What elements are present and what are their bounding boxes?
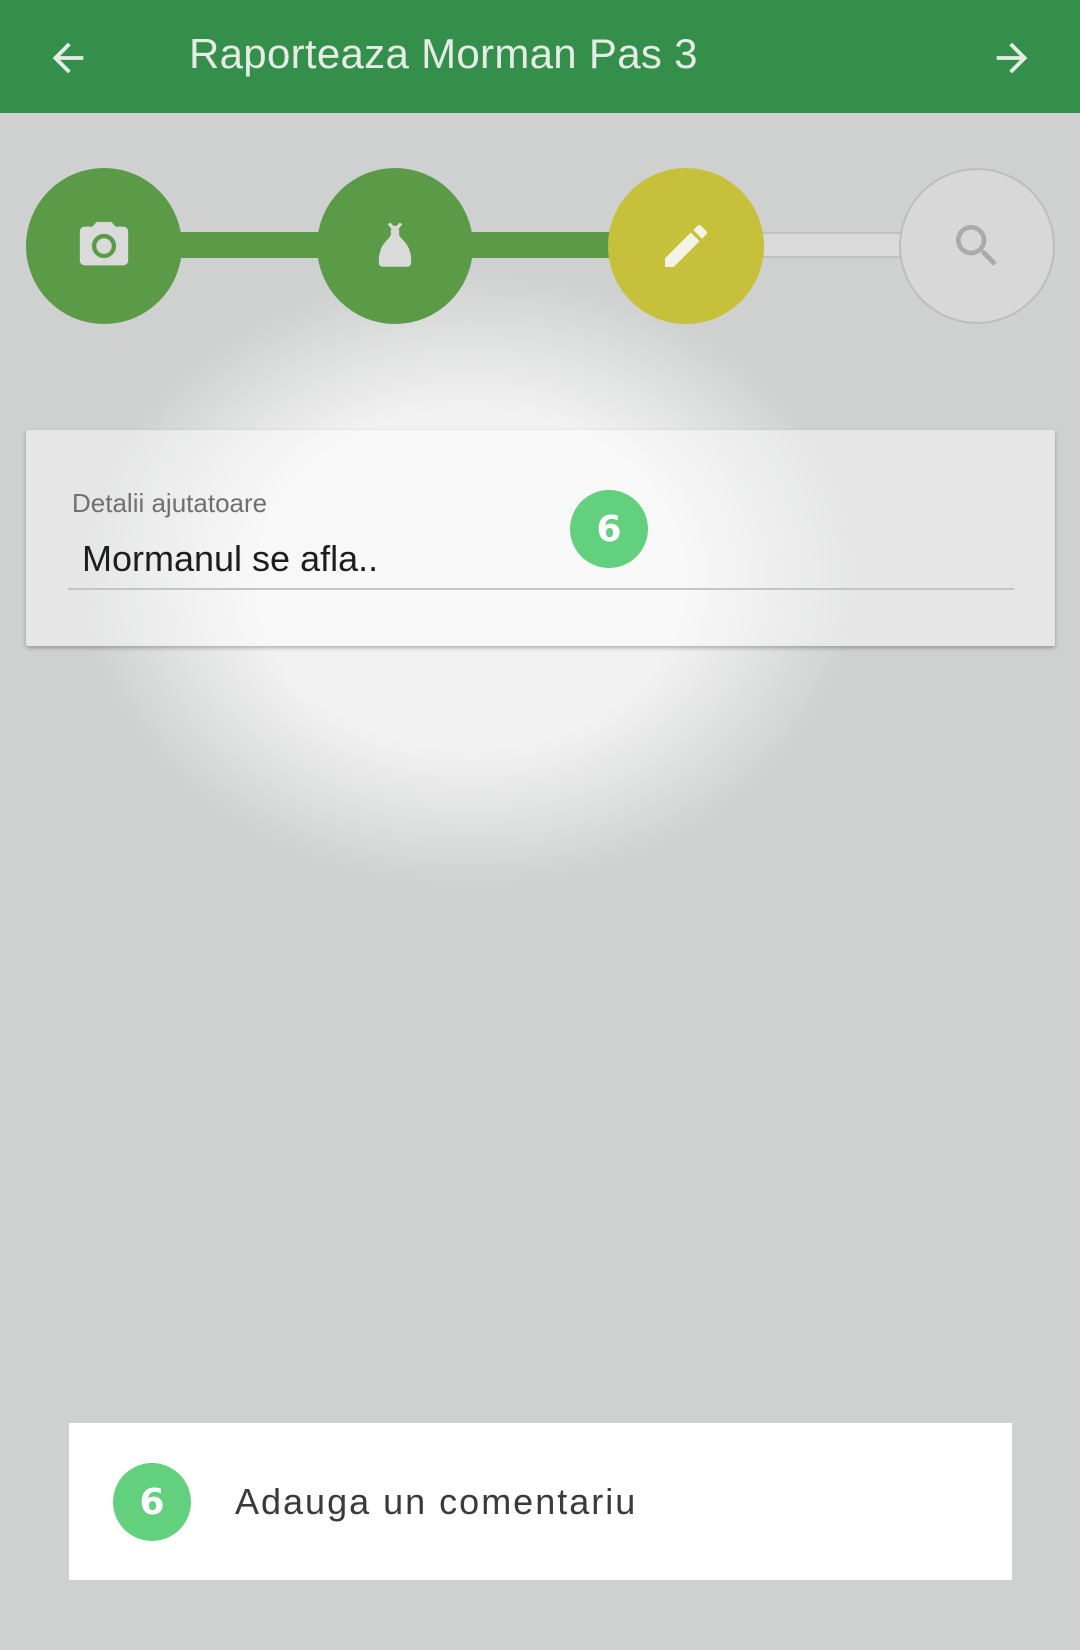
details-input[interactable] — [68, 530, 1014, 590]
step-connector-3 — [758, 232, 902, 258]
step-connector-2 — [468, 232, 612, 258]
pencil-icon — [665, 224, 708, 267]
add-comment-button[interactable]: 6 Adauga un comentariu — [69, 1423, 1012, 1580]
progress-stepper — [0, 160, 1080, 330]
details-label: Detalii ajutatoare — [72, 488, 268, 518]
comment-step-badge: 6 — [113, 1463, 191, 1541]
step-review[interactable] — [899, 168, 1055, 324]
step-connector-1 — [178, 232, 322, 258]
app-bar: Raporteaza Morman Pas 3 — [0, 0, 1080, 113]
step-waste-type[interactable] — [317, 168, 473, 324]
page-title: Raporteaza Morman Pas 3 — [189, 30, 698, 77]
step-photo[interactable] — [26, 168, 182, 324]
arrow-right-icon — [996, 42, 1028, 74]
add-comment-label: Adauga un comentariu — [235, 1481, 638, 1522]
next-button[interactable] — [982, 28, 1042, 88]
details-card: Detalii ajutatoare — [26, 430, 1055, 646]
camera-icon — [79, 221, 129, 266]
step-details[interactable] — [608, 168, 764, 324]
back-button[interactable] — [38, 28, 98, 88]
arrow-left-icon — [52, 42, 84, 74]
trash-bag-icon — [378, 222, 412, 267]
search-icon — [956, 225, 997, 266]
tutorial-step-badge: 6 — [570, 490, 648, 568]
